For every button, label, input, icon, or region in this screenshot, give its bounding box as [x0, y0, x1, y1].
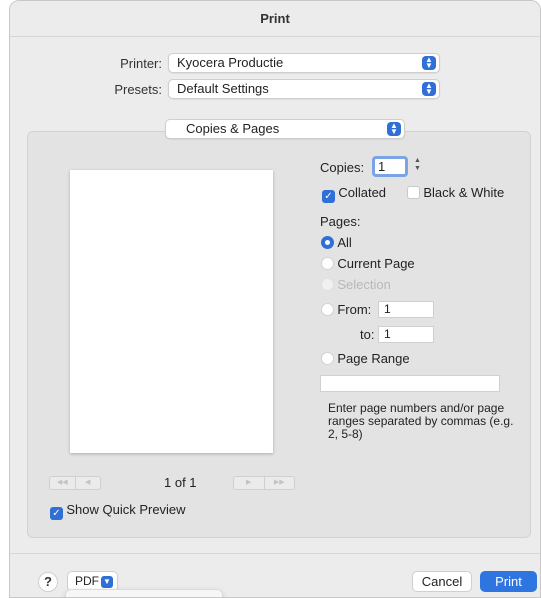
to-label: to:: [360, 327, 375, 342]
radio-disabled-icon: [321, 278, 334, 291]
checkbox-unchecked-icon: [407, 186, 420, 199]
pages-all-label: All: [337, 235, 352, 250]
presets-value: Default Settings: [177, 81, 269, 96]
pages-from-label: From:: [337, 302, 372, 317]
page-preview: [70, 170, 273, 453]
presets-select[interactable]: Default Settings ▲ ▼: [168, 79, 440, 99]
checkbox-checked-icon: ✓: [322, 190, 335, 203]
printer-label: Printer:: [120, 56, 162, 71]
page-range-input[interactable]: [320, 375, 500, 392]
show-quick-preview-checkbox[interactable]: ✓ Show Quick Preview: [50, 502, 186, 520]
pages-label: Pages:: [320, 214, 361, 229]
pdf-dropdown-menu: [65, 589, 223, 597]
pages-selection-label: Selection: [337, 277, 391, 292]
dialog-title: Print: [10, 1, 540, 37]
copies-input[interactable]: 1: [372, 156, 408, 177]
radio-selected-icon: [321, 236, 334, 249]
pages-current-radio[interactable]: Current Page: [321, 256, 415, 271]
from-page-input[interactable]: 1: [378, 301, 434, 318]
page-range-label: Page Range: [337, 351, 410, 366]
cancel-button[interactable]: Cancel: [412, 571, 472, 592]
copies-label: Copies:: [320, 160, 365, 175]
black-white-checkbox[interactable]: Black & White: [407, 185, 504, 200]
pages-from-radio[interactable]: From:: [321, 302, 371, 317]
collated-label: Collated: [338, 185, 387, 200]
presets-label: Presets:: [114, 82, 162, 97]
section-value: Copies & Pages: [186, 121, 280, 136]
pages-current-label: Current Page: [337, 256, 415, 271]
chevron-down-icon: ▼: [101, 576, 113, 588]
printer-select[interactable]: Kyocera Productie ▲ ▼: [168, 53, 440, 73]
previous-page-icon[interactable]: ◀: [76, 477, 101, 489]
last-page-icon[interactable]: ▶▶: [265, 477, 295, 489]
printer-value: Kyocera Productie: [177, 55, 284, 70]
next-last-buttons: ▶ ▶▶: [233, 476, 295, 490]
checkbox-checked-icon: ✓: [50, 507, 63, 520]
chevron-up-down-icon: ▲ ▼: [422, 82, 436, 96]
page-indicator: 1 of 1: [164, 475, 197, 490]
radio-unselected-icon: [321, 303, 334, 316]
first-page-icon[interactable]: ◀◀: [50, 477, 76, 489]
pages-selection-radio: Selection: [321, 277, 391, 292]
page-range-hint: Enter page numbers and/or page ranges se…: [328, 401, 514, 441]
first-prev-buttons: ◀◀ ◀: [49, 476, 101, 490]
black-white-label: Black & White: [423, 185, 505, 200]
help-button[interactable]: ?: [38, 572, 58, 592]
print-dialog: Print Printer: Kyocera Productie ▲ ▼ Pres…: [9, 0, 541, 598]
to-page-input[interactable]: 1: [378, 326, 434, 343]
pdf-label: PDF: [75, 574, 99, 588]
print-button[interactable]: Print: [480, 571, 537, 592]
collated-checkbox[interactable]: ✓ Collated: [322, 185, 386, 203]
chevron-up-down-icon: ▲ ▼: [387, 122, 401, 136]
stepper-icon[interactable]: ▲ ▼: [412, 157, 423, 175]
page-range-radio[interactable]: Page Range: [321, 351, 410, 366]
next-page-icon[interactable]: ▶: [234, 477, 265, 489]
chevron-up-down-icon: ▲ ▼: [422, 56, 436, 70]
radio-unselected-icon: [321, 257, 334, 270]
show-quick-preview-label: Show Quick Preview: [66, 502, 186, 517]
section-select[interactable]: Copies & Pages ▲ ▼: [165, 119, 405, 139]
radio-unselected-icon: [321, 352, 334, 365]
pages-all-radio[interactable]: All: [321, 235, 352, 250]
